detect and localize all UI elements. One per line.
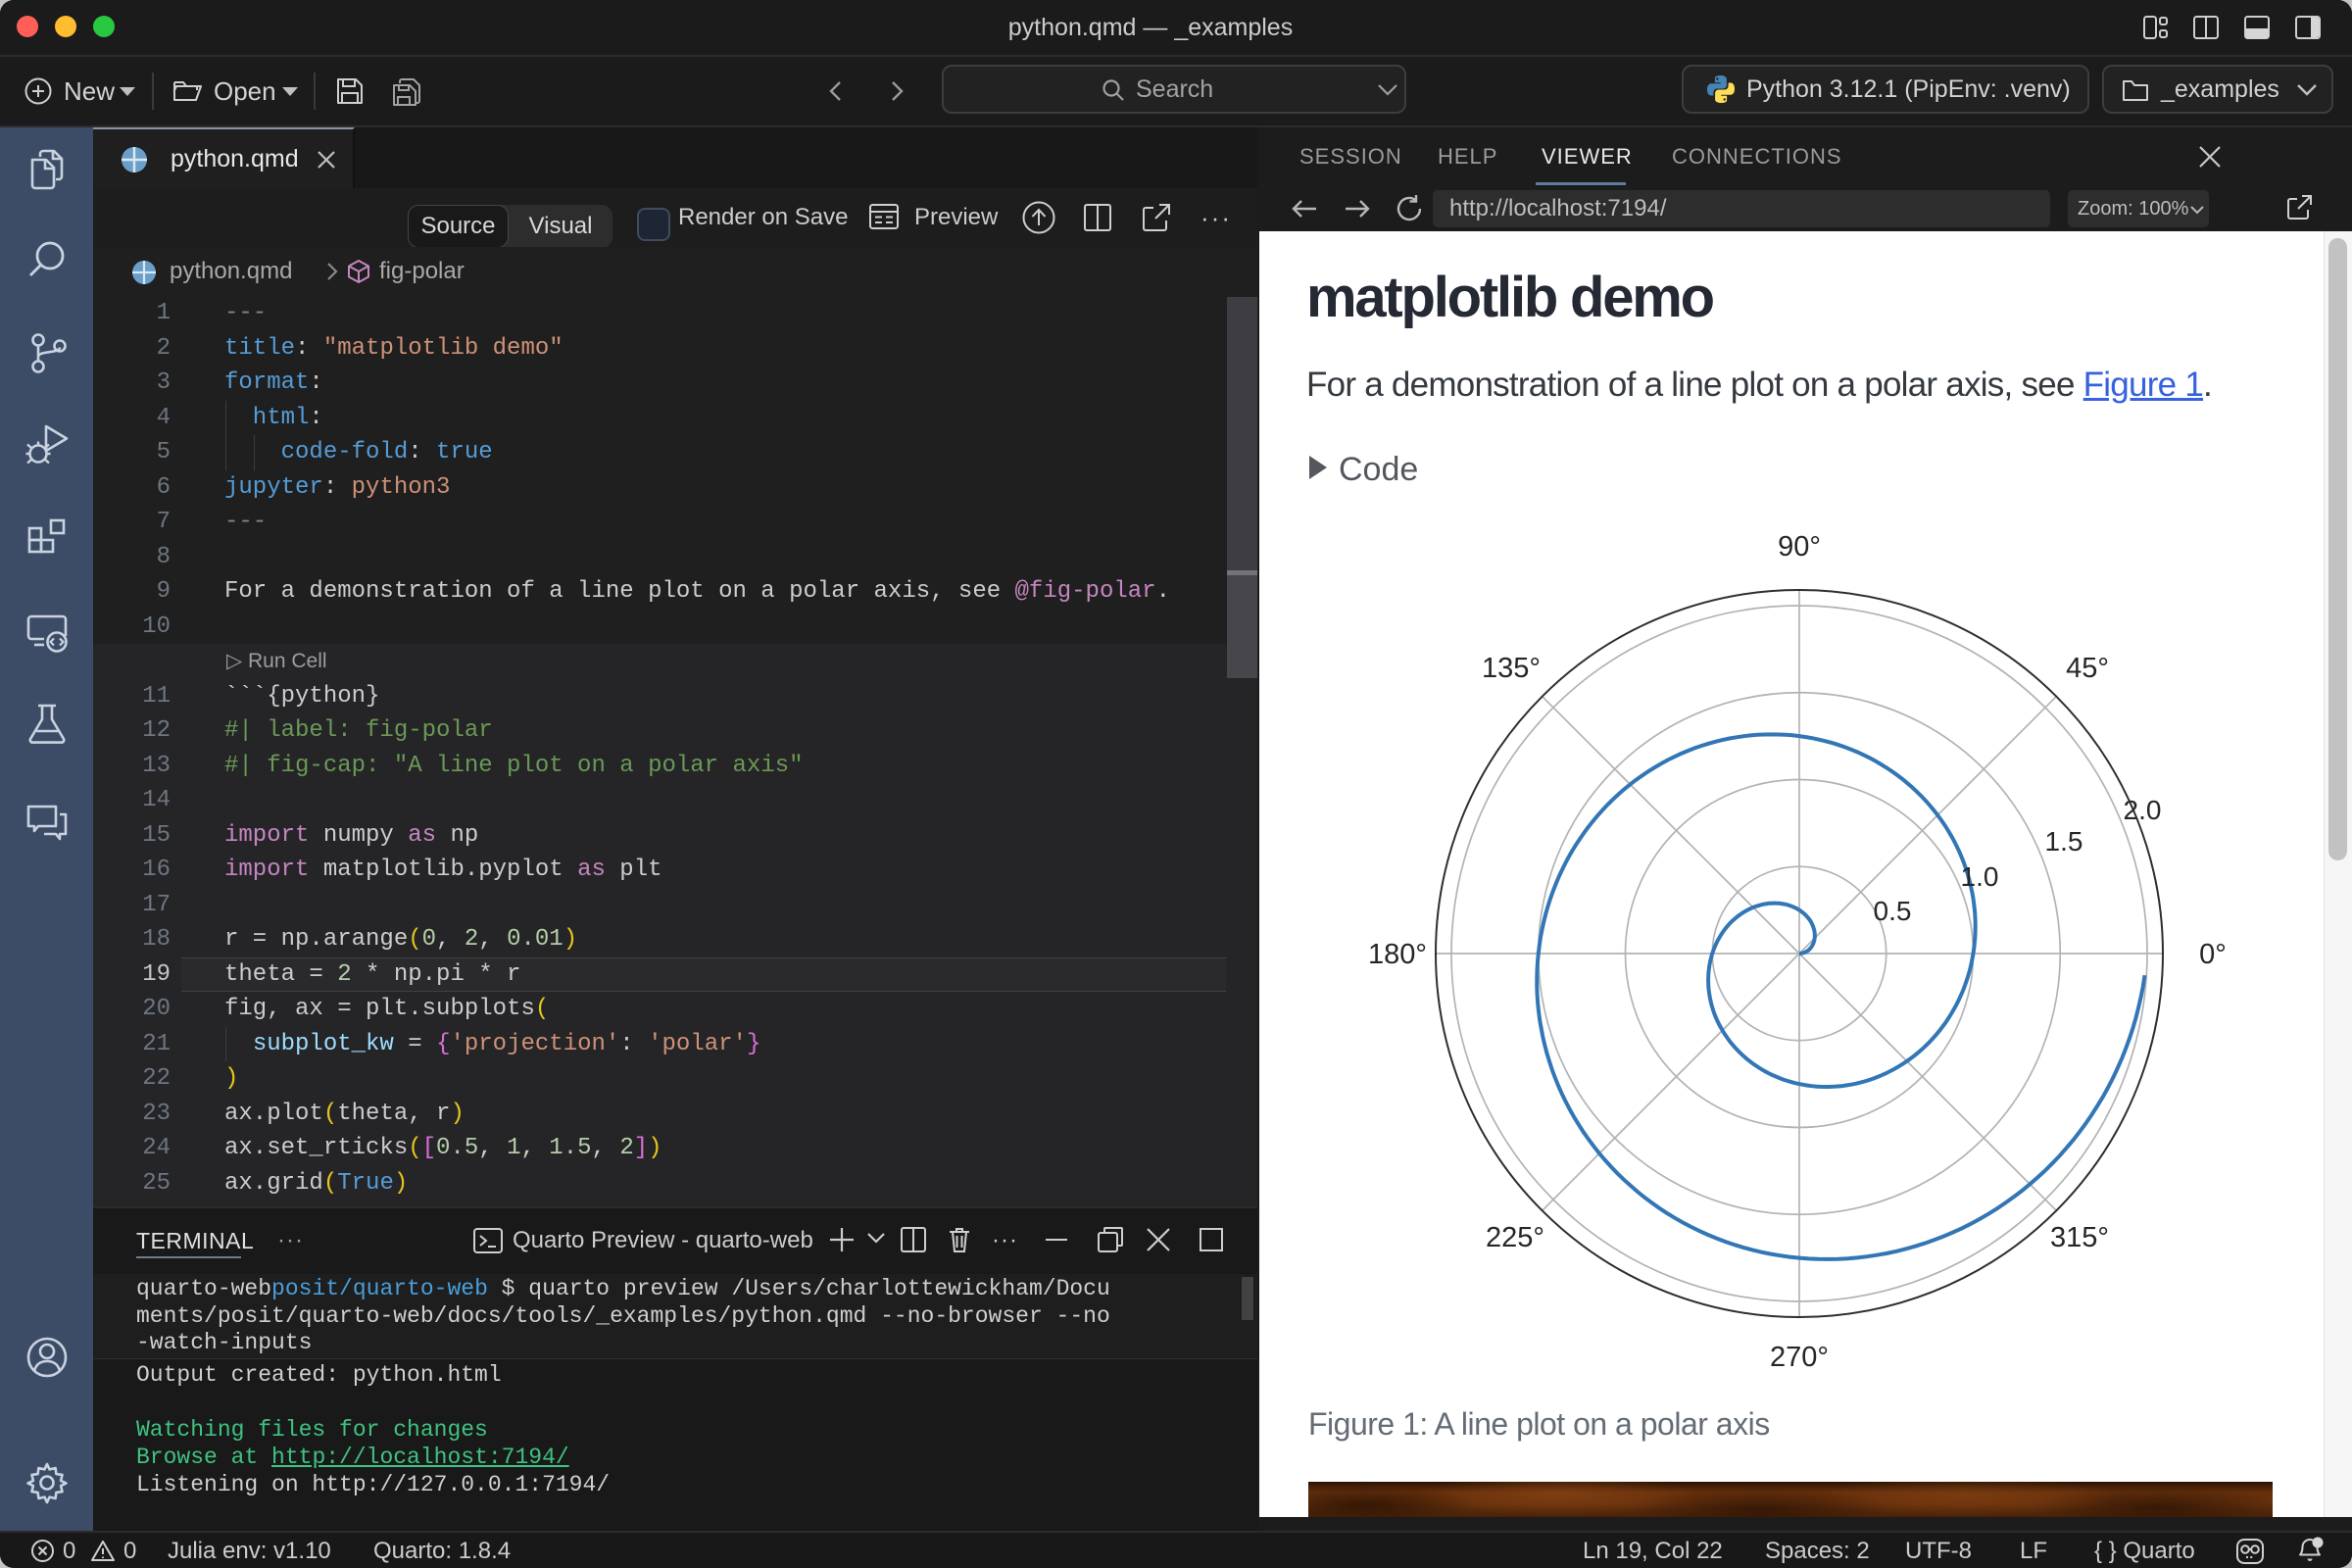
- svg-text:135°: 135°: [1482, 653, 1541, 684]
- svg-text:0°: 0°: [2199, 939, 2227, 970]
- svg-text:1.0: 1.0: [1961, 861, 1999, 892]
- svg-text:315°: 315°: [2050, 1222, 2109, 1253]
- svg-text:45°: 45°: [2066, 653, 2109, 684]
- svg-text:270°: 270°: [1770, 1342, 1829, 1373]
- svg-text:90°: 90°: [1778, 531, 1821, 563]
- svg-text:0.5: 0.5: [1874, 896, 1912, 926]
- svg-text:2.0: 2.0: [2124, 795, 2162, 825]
- svg-text:225°: 225°: [1486, 1222, 1544, 1253]
- svg-text:180°: 180°: [1368, 939, 1427, 970]
- svg-text:1.5: 1.5: [2045, 826, 2083, 857]
